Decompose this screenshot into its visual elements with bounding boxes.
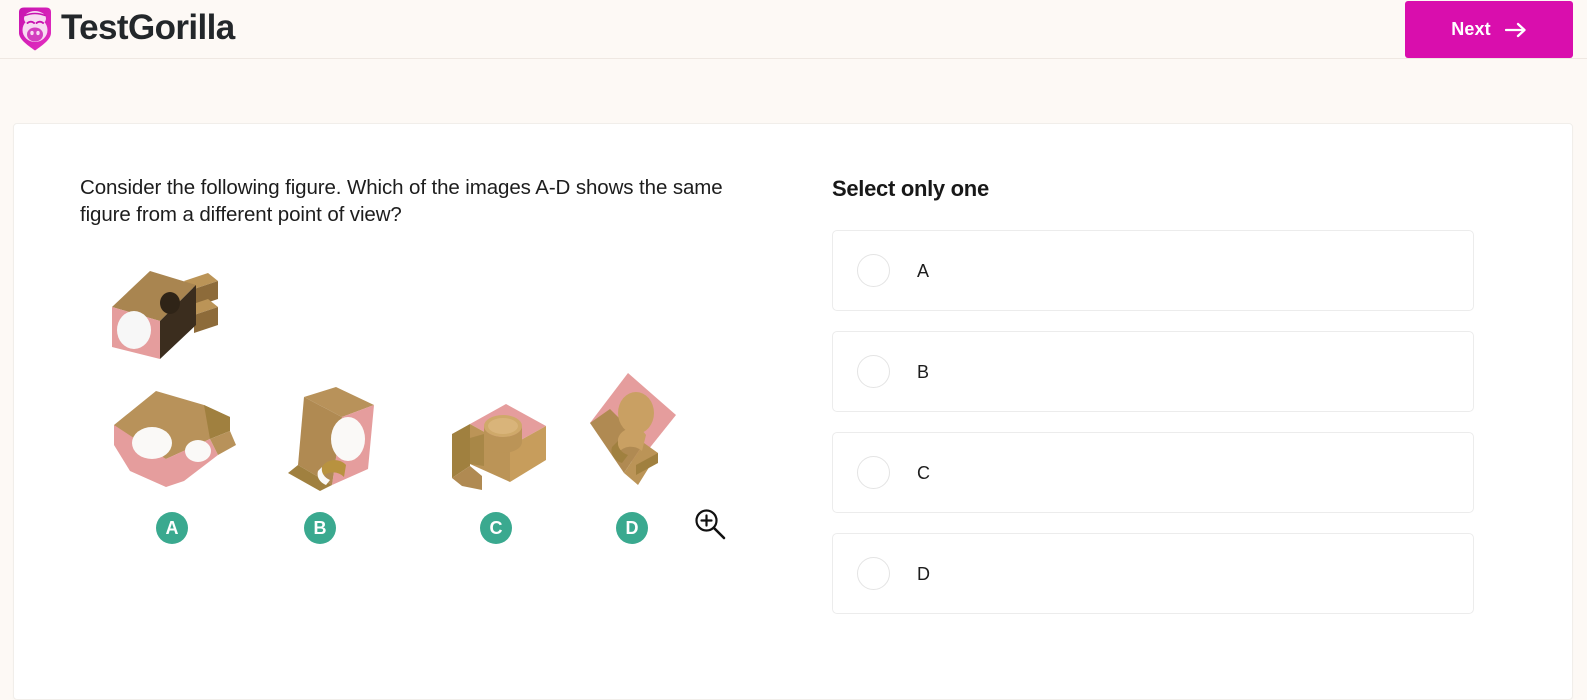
answers-panel: Select only one A B C D bbox=[814, 174, 1572, 699]
figure-a-badge: A bbox=[156, 511, 188, 544]
question-panel: Consider the following figure. Which of … bbox=[14, 174, 814, 699]
question-card: Consider the following figure. Which of … bbox=[13, 123, 1573, 700]
figure-d-badge: D bbox=[616, 511, 648, 544]
answer-label-d: D bbox=[917, 563, 930, 584]
question-text: Consider the following figure. Which of … bbox=[80, 176, 723, 227]
figure-a bbox=[108, 383, 248, 498]
radio-button-b[interactable] bbox=[857, 355, 890, 388]
answer-label-b: B bbox=[917, 361, 930, 382]
app-header: TestGorilla Next bbox=[0, 0, 1587, 59]
answer-label-a: A bbox=[917, 260, 930, 281]
gorilla-logo-icon bbox=[16, 6, 54, 52]
radio-button-a[interactable] bbox=[857, 254, 890, 287]
figure-c bbox=[448, 394, 558, 499]
answer-list: A B C D bbox=[832, 230, 1474, 614]
figure-b-badge: B bbox=[304, 511, 336, 544]
page-body: Consider the following figure. Which of … bbox=[0, 59, 1587, 700]
figure-d bbox=[580, 369, 690, 499]
next-button-label: Next bbox=[1451, 19, 1491, 39]
brand-name: TestGorilla bbox=[61, 8, 235, 47]
figure-c-badge: C bbox=[480, 511, 512, 544]
figure-b bbox=[270, 381, 390, 498]
figure-area: A B C D bbox=[80, 259, 740, 549]
answers-title: Select only one bbox=[832, 176, 989, 201]
arrow-right-icon bbox=[1504, 21, 1527, 39]
next-button[interactable]: Next bbox=[1405, 1, 1573, 58]
answer-option-d[interactable]: D bbox=[832, 533, 1474, 614]
brand: TestGorilla bbox=[16, 0, 235, 58]
zoom-in-magnifier-icon[interactable] bbox=[690, 504, 730, 544]
prompt-figure bbox=[100, 259, 230, 374]
radio-button-d[interactable] bbox=[857, 557, 890, 590]
answer-option-c[interactable]: C bbox=[832, 432, 1474, 513]
radio-button-c[interactable] bbox=[857, 456, 890, 489]
answer-option-b[interactable]: B bbox=[832, 331, 1474, 412]
answer-option-a[interactable]: A bbox=[832, 230, 1474, 311]
answer-label-c: C bbox=[917, 462, 930, 483]
